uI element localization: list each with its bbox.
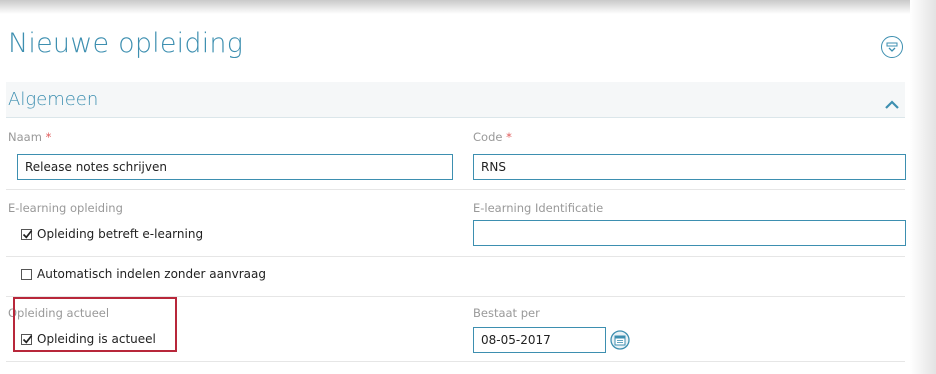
divider bbox=[6, 256, 905, 257]
elearning-checkbox-label: Opleiding betreft e-learning bbox=[37, 227, 204, 241]
highlight-box bbox=[13, 297, 177, 352]
elearning-id-label: E-learning Identificatie bbox=[473, 201, 604, 215]
code-field[interactable]: RNS bbox=[473, 154, 906, 180]
top-shadow bbox=[0, 0, 936, 14]
chevron-up-icon[interactable] bbox=[885, 94, 899, 113]
naam-label: Naam * bbox=[8, 130, 52, 144]
page-title: Nieuwe opleiding bbox=[8, 28, 244, 59]
calendar-icon[interactable] bbox=[610, 330, 630, 350]
right-shadow bbox=[910, 0, 936, 374]
form-window: Nieuwe opleiding Algemeen Naam * Release… bbox=[0, 0, 936, 374]
elearning-label: E-learning opleiding bbox=[8, 201, 123, 215]
auto-indelen-checkbox-label: Automatisch indelen zonder aanvraag bbox=[37, 267, 266, 281]
divider bbox=[6, 189, 905, 190]
section-title: Algemeen bbox=[8, 89, 99, 110]
divider bbox=[6, 361, 905, 362]
code-label: Code * bbox=[473, 130, 512, 144]
auto-indelen-checkbox[interactable] bbox=[21, 269, 32, 280]
download-icon bbox=[886, 38, 898, 57]
download-button[interactable] bbox=[881, 36, 903, 58]
section-header-algemeen[interactable]: Algemeen bbox=[6, 82, 905, 118]
bestaat-per-date-field[interactable]: 08-05-2017 bbox=[473, 327, 606, 353]
elearning-id-field[interactable] bbox=[473, 220, 906, 246]
elearning-checkbox[interactable] bbox=[21, 229, 33, 240]
bestaat-per-label: Bestaat per bbox=[473, 306, 540, 320]
naam-field[interactable]: Release notes schrijven bbox=[17, 154, 453, 180]
